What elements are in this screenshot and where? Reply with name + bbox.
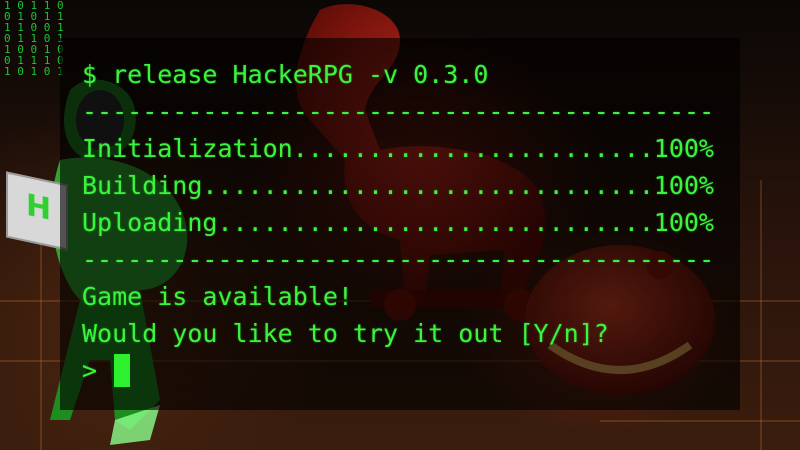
terminal-question: Would you like to try it out [Y/n]? — [82, 319, 609, 348]
terminal-status-message: Game is available! — [82, 282, 353, 311]
progress-step-uploading: Uploading ..............................… — [82, 204, 714, 241]
prompt-symbol: > — [82, 356, 98, 385]
progress-step-label: Building — [82, 171, 203, 200]
circuit-trace — [600, 420, 800, 422]
progress-step-label: Initialization — [82, 134, 293, 163]
release-terminal[interactable]: $ release HackeRPG -v 0.3.0 ------------… — [60, 38, 740, 410]
progress-step-initialization: Initialization .........................… — [82, 130, 714, 167]
terminal-input-prompt[interactable]: > — [82, 352, 740, 389]
laptop-illustration: H — [6, 171, 68, 251]
progress-step-building: Building ...............................… — [82, 167, 714, 204]
terminal-command-line: $ release HackeRPG -v 0.3.0 — [82, 60, 489, 89]
circuit-trace — [760, 180, 762, 450]
progress-step-percent: 100% — [653, 208, 714, 237]
laptop-logo: H — [26, 187, 52, 228]
terminal-divider-top: ----------------------------------------… — [82, 97, 714, 126]
progress-step-dots: ........................................ — [202, 171, 654, 200]
progress-step-dots: .................................. — [292, 134, 654, 163]
terminal-divider-bottom: ----------------------------------------… — [82, 245, 714, 274]
progress-step-dots: ....................................... — [217, 208, 654, 237]
game-scene: 1 0 1 1 0 1 0 1 0 1 1 0 1 1 0 0 1 0 0 1 … — [0, 0, 800, 450]
progress-step-label: Uploading — [82, 208, 218, 237]
progress-step-percent: 100% — [653, 134, 714, 163]
terminal-cursor[interactable] — [114, 354, 131, 387]
progress-step-percent: 100% — [653, 171, 714, 200]
